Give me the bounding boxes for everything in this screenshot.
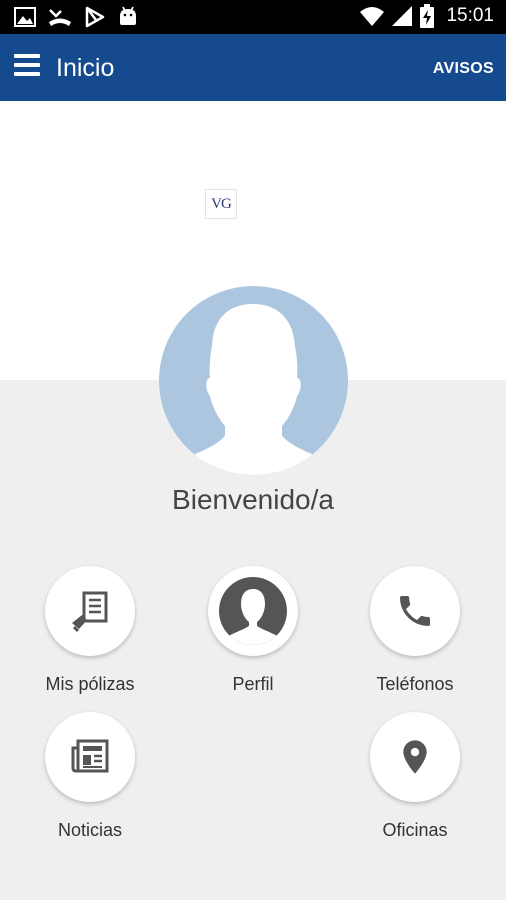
play-store-icon: [85, 6, 105, 28]
status-bar: 15:01: [0, 0, 506, 34]
document-icon: [72, 591, 108, 633]
image-icon: [14, 7, 36, 27]
perfil-circle[interactable]: [208, 566, 298, 656]
perfil-button[interactable]: Perfil: [168, 566, 338, 695]
mis-polizas-label: Mis pólizas: [45, 674, 135, 694]
profile-avatar: [159, 286, 348, 475]
app-bar: Inicio AVISOS: [0, 34, 506, 101]
telefonos-label: Teléfonos: [376, 674, 454, 694]
android-icon: [120, 6, 136, 25]
oficinas-button[interactable]: Oficinas: [330, 712, 500, 841]
oficinas-label: Oficinas: [382, 820, 448, 840]
newspaper-icon: [71, 739, 109, 773]
wifi-icon: [360, 7, 385, 26]
noticias-label: Noticias: [57, 820, 123, 840]
mis-polizas-button[interactable]: Mis pólizas: [5, 566, 175, 695]
signal-icon: [392, 6, 413, 26]
person-icon: [219, 577, 287, 645]
clock: 15:01: [446, 5, 494, 26]
hamburger-menu-icon[interactable]: [14, 54, 42, 80]
company-logo: VG: [205, 189, 237, 219]
noticias-circle[interactable]: [45, 712, 135, 802]
logo-text: VG: [211, 195, 232, 212]
mis-polizas-circle[interactable]: [45, 566, 135, 656]
telefonos-circle[interactable]: [370, 566, 460, 656]
oficinas-circle[interactable]: [370, 712, 460, 802]
battery-charging-icon: [420, 4, 435, 28]
location-pin-icon: [403, 740, 427, 774]
welcome-text: Bienvenido/a: [172, 484, 334, 515]
avisos-button[interactable]: AVISOS: [433, 60, 494, 78]
person-silhouette-icon: [177, 304, 330, 475]
noticias-button[interactable]: Noticias: [5, 712, 175, 841]
perfil-label: Perfil: [232, 674, 274, 694]
missed-call-icon: [49, 9, 71, 26]
telefonos-button[interactable]: Teléfonos: [330, 566, 500, 695]
phone-icon: [400, 596, 430, 626]
page-title: Inicio: [56, 54, 115, 82]
